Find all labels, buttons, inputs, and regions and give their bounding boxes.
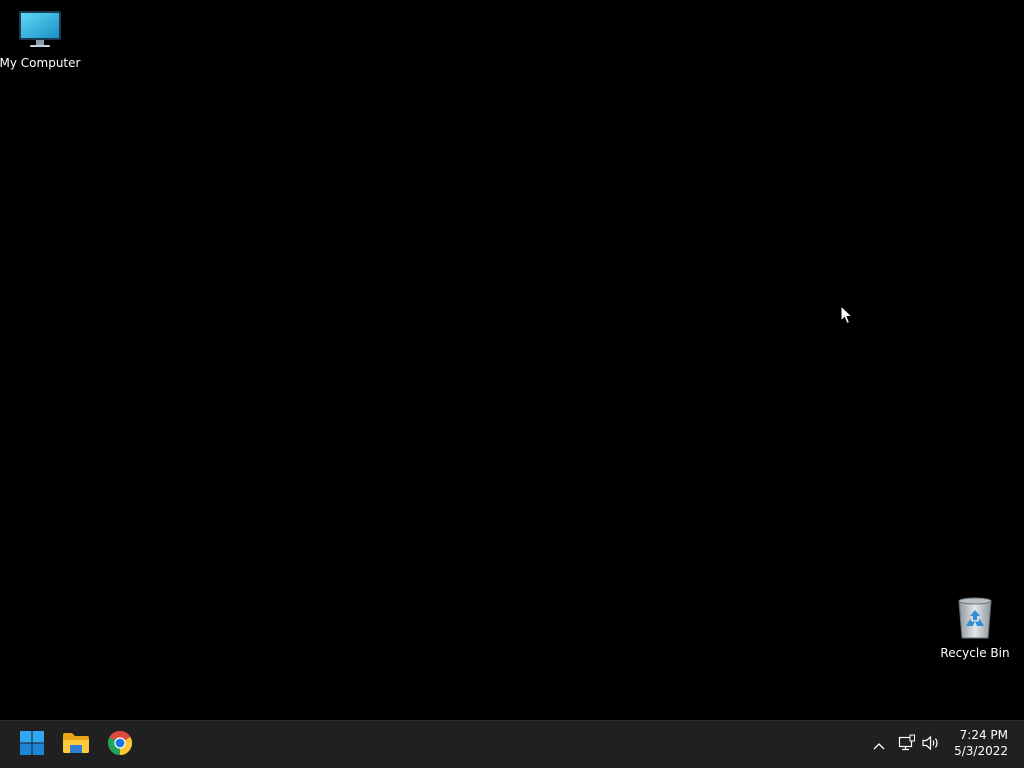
network-icon — [898, 734, 916, 756]
chevron-up-icon — [872, 736, 886, 755]
chrome-icon — [107, 730, 133, 760]
clock-date: 5/3/2022 — [954, 744, 1008, 758]
my-computer-label: My Computer — [0, 56, 81, 70]
file-explorer-button[interactable] — [56, 725, 96, 765]
recycle-bin-icon — [955, 596, 995, 644]
computer-monitor-icon — [18, 8, 62, 54]
mouse-cursor-icon — [840, 304, 854, 325]
start-button[interactable] — [12, 725, 52, 765]
speaker-icon — [921, 734, 941, 756]
clock-time: 7:24 PM — [959, 728, 1008, 742]
desktop[interactable]: My Computer Recycle Bin — [0, 0, 1024, 720]
chrome-button[interactable] — [100, 725, 140, 765]
my-computer-shortcut[interactable]: My Computer — [0, 8, 80, 70]
volume-button[interactable] — [919, 733, 943, 757]
show-hidden-icons-button[interactable] — [867, 733, 891, 757]
network-button[interactable] — [895, 733, 919, 757]
windows-start-icon — [19, 730, 45, 760]
recycle-bin-label: Recycle Bin — [940, 646, 1010, 660]
clock-button[interactable]: 7:24 PM 5/3/2022 — [944, 727, 1008, 759]
recycle-bin-shortcut[interactable]: Recycle Bin — [935, 596, 1015, 660]
folder-icon — [62, 731, 90, 759]
taskbar: 7:24 PM 5/3/2022 — [0, 720, 1024, 768]
